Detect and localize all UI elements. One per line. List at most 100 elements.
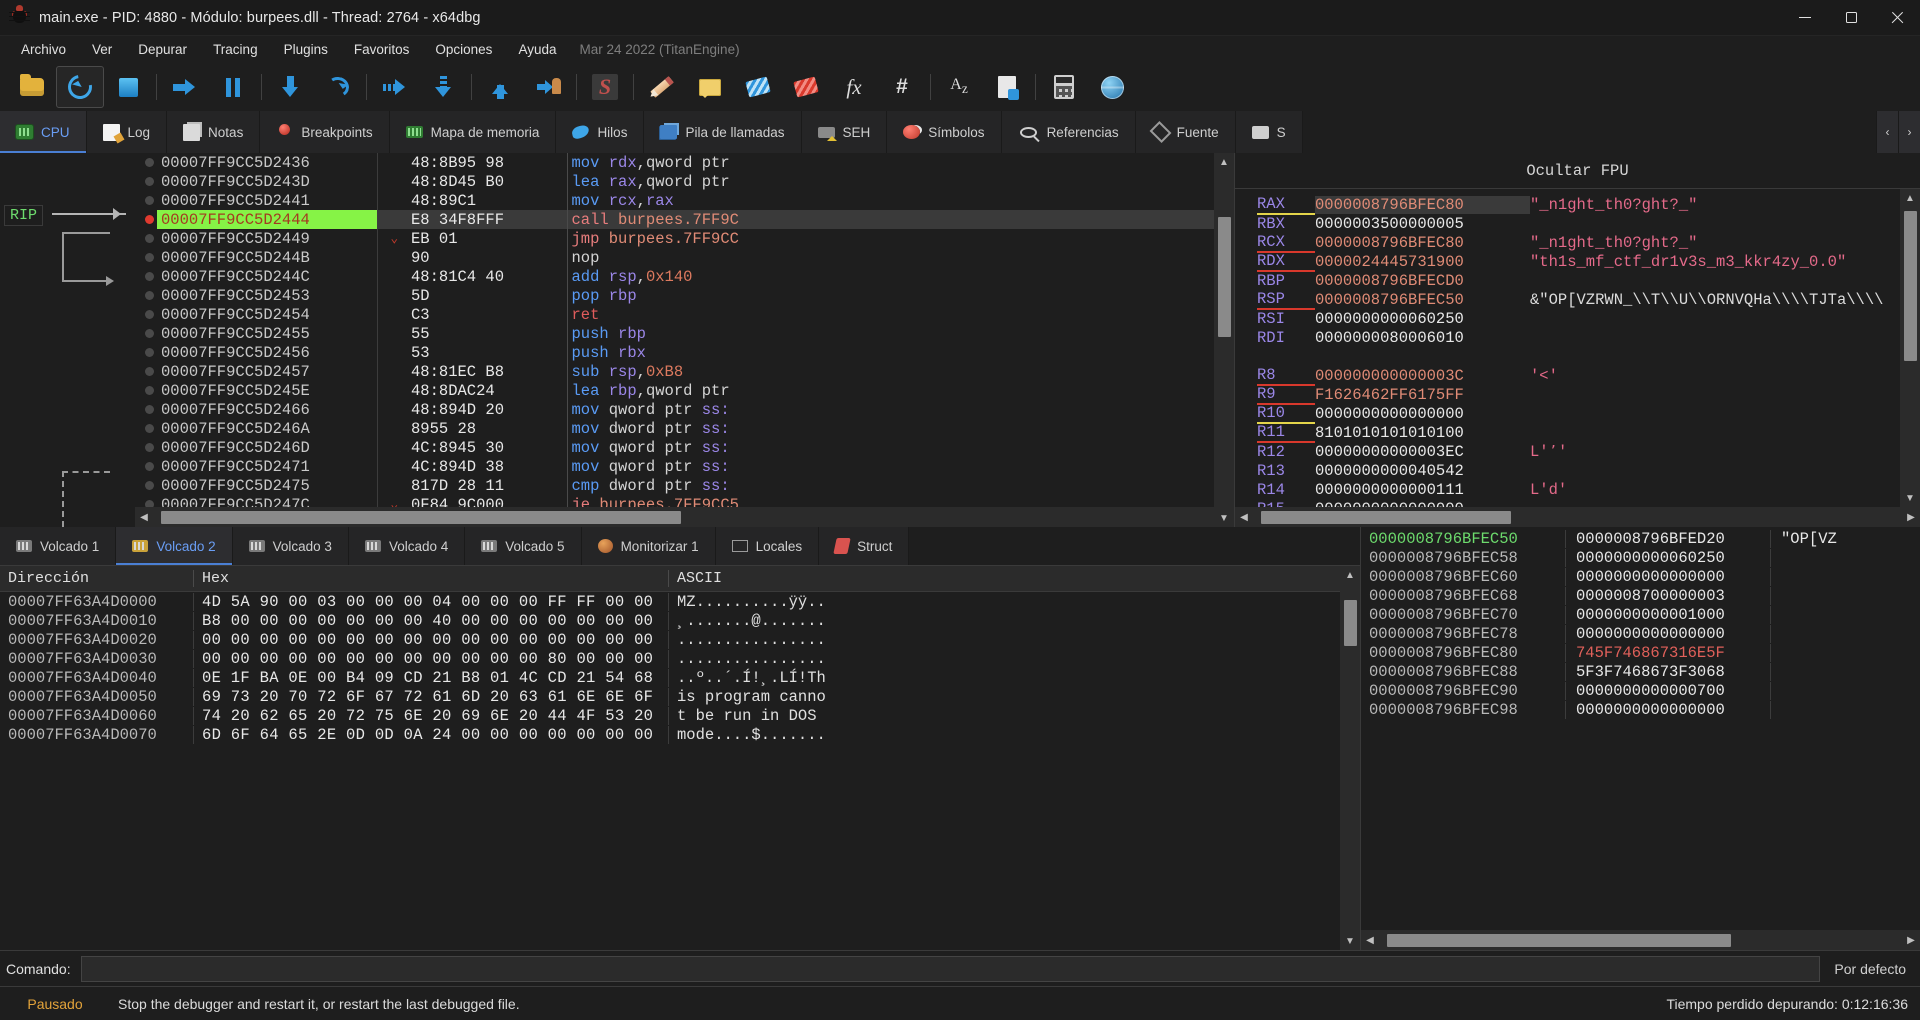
stack-row[interactable]: 0000008796BFEC60 0000000000000000 (1361, 567, 1920, 586)
dump-tab-monitorizar-1[interactable]: Monitorizar 1 (581, 527, 716, 565)
scroll-left-icon[interactable]: ◀ (1235, 508, 1253, 526)
breakpoint-dot-icon[interactable] (135, 248, 157, 267)
tab-mapa-de-memoria[interactable]: Mapa de memoria (389, 111, 557, 153)
scroll-right-icon[interactable]: ▶ (1902, 931, 1920, 949)
dump-row[interactable]: 00007FF63A4D0050 69 73 20 70 72 6F 67 72 … (0, 687, 1340, 706)
dump-row[interactable]: 00007FF63A4D0040 0E 1F BA 0E 00 B4 09 CD … (0, 668, 1340, 687)
tab-referencias[interactable]: Referencias (1001, 111, 1136, 153)
pause-button[interactable] (209, 66, 257, 108)
stack-rows[interactable]: 0000008796BFEC50 0000008796BFED20 "OP[VZ 00… (1361, 527, 1920, 930)
register-value[interactable]: 0000003500000005 (1315, 215, 1530, 233)
scroll-down-icon[interactable]: ▼ (1901, 489, 1919, 507)
breakpoint-dot-icon[interactable] (135, 343, 157, 362)
maximize-button[interactable] (1828, 0, 1874, 36)
disassembly-row[interactable]: 00007FF9CC5D2475 817D 28 11 cmp dword ptr … (135, 476, 1214, 495)
execute-till-return-button[interactable] (476, 66, 524, 108)
tab-pila-de-llamadas[interactable]: Pila de llamadas (644, 111, 802, 153)
menu-ayuda[interactable]: Ayuda (505, 39, 569, 60)
breakpoint-dot-icon[interactable] (135, 324, 157, 343)
dump-tab-volcado-2[interactable]: Volcado 2 (116, 527, 233, 565)
command-default-label[interactable]: Por defecto (1820, 961, 1920, 977)
dump-tab-volcado-1[interactable]: Volcado 1 (0, 527, 117, 565)
patches-button[interactable] (638, 66, 686, 108)
attach-button[interactable] (524, 66, 572, 108)
dump-tab-volcado-5[interactable]: Volcado 5 (465, 527, 582, 565)
dump-tab-volcado-4[interactable]: Volcado 4 (348, 527, 466, 565)
breakpoint-dot-icon[interactable] (135, 210, 157, 229)
stack-row[interactable]: 0000008796BFEC68 0000008700000003 (1361, 586, 1920, 605)
close-button[interactable] (1874, 0, 1920, 36)
register-value[interactable]: 00000000000003EC (1315, 443, 1530, 461)
register-row[interactable]: R8 000000000000003C '<' (1257, 366, 1900, 386)
disassembly-row[interactable]: 00007FF9CC5D245E 48:8DAC24 lea rbp,qword p… (135, 381, 1214, 400)
menu-ver[interactable]: Ver (79, 39, 125, 60)
stack-row[interactable]: 0000008796BFEC50 0000008796BFED20 "OP[VZ (1361, 529, 1920, 548)
breakpoint-dot-icon[interactable] (135, 419, 157, 438)
breakpoint-dot-icon[interactable] (135, 267, 157, 286)
strings-button[interactable]: Az (935, 66, 983, 108)
register-value[interactable]: 0000024445731900 (1315, 253, 1530, 271)
register-value[interactable]: 0000000000000111 (1315, 481, 1530, 499)
disassembly-row[interactable]: 00007FF9CC5D2444 E8 34F8FFF call burpees.7… (135, 210, 1214, 229)
stack-row[interactable]: 0000008796BFEC80 745F746867316E5F (1361, 643, 1920, 662)
vscroll-thumb[interactable] (1217, 217, 1231, 337)
dump-row[interactable]: 00007FF63A4D0030 00 00 00 00 00 00 00 00 … (0, 649, 1340, 668)
vscroll-thumb[interactable] (1343, 600, 1357, 646)
menu-opciones[interactable]: Opciones (422, 39, 505, 60)
register-row[interactable]: R12 00000000000003EC L'٬' (1257, 442, 1900, 462)
scroll-up-icon[interactable]: ▲ (1901, 189, 1919, 207)
stack-row[interactable]: 0000008796BFEC90 0000000000000700 (1361, 681, 1920, 700)
disassembly-row[interactable]: 00007FF9CC5D243D 48:8D45 B0 lea rax,qword … (135, 172, 1214, 191)
comments-button[interactable] (686, 66, 734, 108)
step-into-dotted-button[interactable] (419, 66, 467, 108)
disassembly-row[interactable]: 00007FF9CC5D2471 4C:894D 38 mov qword ptr … (135, 457, 1214, 476)
dump-row[interactable]: 00007FF63A4D0000 4D 5A 90 00 03 00 00 00 … (0, 592, 1340, 611)
dump-vscrollbar[interactable]: ▲ ▼ (1340, 566, 1360, 950)
dump-row[interactable]: 00007FF63A4D0020 00 00 00 00 00 00 00 00 … (0, 630, 1340, 649)
dump-tab-volcado-3[interactable]: Volcado 3 (232, 527, 349, 565)
dump-header-hex[interactable]: Hex (194, 570, 669, 587)
register-row[interactable]: R9 F1626462FF6175FF (1257, 385, 1900, 405)
breakpoint-dot-icon[interactable] (135, 191, 157, 210)
dump-row[interactable]: 00007FF63A4D0070 6D 6F 64 65 2E 0D 0D 0A … (0, 725, 1340, 744)
register-value[interactable]: 0000008796BFEC80 (1315, 234, 1530, 252)
register-row[interactable]: RDX 0000024445731900 "th1s_mf_ctf_dr1v3s_m… (1257, 252, 1900, 272)
menu-favoritos[interactable]: Favoritos (341, 39, 423, 60)
labels-button[interactable] (734, 66, 782, 108)
disassembly-row[interactable]: 00007FF9CC5D2441 48:89C1 mov rcx,rax (135, 191, 1214, 210)
dump-row[interactable]: 00007FF63A4D0060 74 20 62 65 20 72 75 6E … (0, 706, 1340, 725)
scroll-down-icon[interactable]: ▼ (1341, 932, 1359, 950)
disassembly-row[interactable]: 00007FF9CC5D247C ⌄ 0F84 9C000 je burpees.7F… (135, 495, 1214, 507)
scroll-up-icon[interactable]: ▲ (1215, 153, 1233, 171)
tab-seh[interactable]: SEH (801, 111, 888, 153)
tab-notas[interactable]: Notas (167, 111, 261, 153)
disassembly-row[interactable]: 00007FF9CC5D2456 53 push rbx (135, 343, 1214, 362)
breakpoint-dot-icon[interactable] (135, 153, 157, 172)
register-row[interactable]: R150000000000000000 (1257, 499, 1900, 508)
register-value[interactable]: 0000008796BFEC80 (1315, 195, 1530, 214)
hscroll-thumb[interactable] (161, 510, 681, 524)
functions-button[interactable]: fx (830, 66, 878, 108)
tab-scroll-left-button[interactable]: ‹ (1876, 111, 1898, 153)
dump-row[interactable]: 00007FF63A4D0010 B8 00 00 00 00 00 00 00 … (0, 611, 1340, 630)
tab-scroll-right-button[interactable]: › (1898, 111, 1920, 153)
breakpoint-dot-icon[interactable] (135, 476, 157, 495)
tab-breakpoints[interactable]: Breakpoints (260, 111, 390, 153)
disassembly-row[interactable]: 00007FF9CC5D244C 48:81C4 40 add rsp,0x140 (135, 267, 1214, 286)
breakpoint-dot-icon[interactable] (135, 362, 157, 381)
breakpoint-dot-icon[interactable] (135, 305, 157, 324)
hscroll-thumb[interactable] (1387, 933, 1731, 947)
breakpoint-dot-icon[interactable] (135, 400, 157, 419)
disassembly-row[interactable]: 00007FF9CC5D246D 4C:8945 30 mov qword ptr … (135, 438, 1214, 457)
scroll-left-icon[interactable]: ◀ (1361, 931, 1379, 949)
open-file-button[interactable] (8, 66, 56, 108)
scylla-button[interactable]: S (581, 66, 629, 108)
dump-tab-locales[interactable]: Locales (715, 527, 820, 565)
tab-cpu[interactable]: CPU (0, 111, 87, 153)
register-row[interactable]: RSI 0000000000060250 (1257, 309, 1900, 328)
browser-button[interactable] (1088, 66, 1136, 108)
tab-fuente[interactable]: Fuente (1135, 111, 1236, 153)
register-row[interactable]: RSP 0000008796BFEC50 &"OP[VZRWN_\\T\\U\\OR… (1257, 290, 1900, 310)
menu-plugins[interactable]: Plugins (271, 39, 341, 60)
stop-button[interactable] (104, 66, 152, 108)
